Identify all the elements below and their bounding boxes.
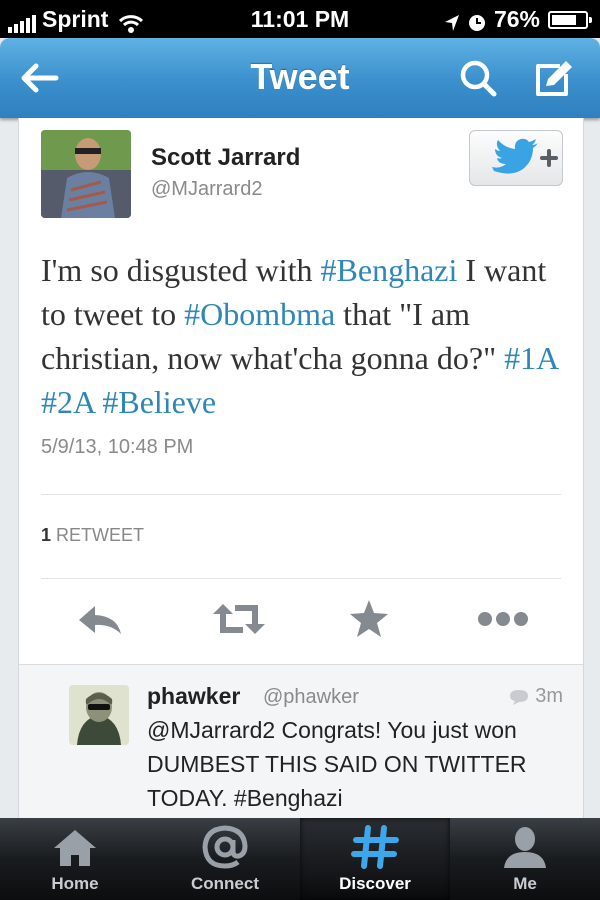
tab-connect[interactable]: Connect bbox=[150, 818, 300, 900]
favorite-button[interactable] bbox=[347, 596, 391, 642]
tab-discover-label: Discover bbox=[339, 874, 411, 893]
compose-icon bbox=[536, 61, 572, 96]
retweet-count[interactable]: 1 RETWEET bbox=[41, 525, 144, 546]
alarm-icon bbox=[468, 11, 486, 31]
home-icon bbox=[50, 824, 100, 870]
star-icon bbox=[350, 600, 388, 637]
retweet-number: 1 bbox=[41, 525, 52, 545]
retweet-icon bbox=[213, 604, 265, 634]
status-right: 76% bbox=[444, 6, 592, 33]
tweet-text: I'm so disgusted with #Benghazi I want t… bbox=[41, 248, 561, 424]
reply-time: 3m bbox=[509, 685, 563, 708]
tweet-card: Scott Jarrard @MJarrard2 I'm so disguste… bbox=[18, 118, 584, 664]
tweet-actions bbox=[19, 596, 583, 646]
author-name[interactable]: Scott Jarrard bbox=[151, 144, 300, 172]
tab-home-label: Home bbox=[51, 874, 99, 893]
hashtag-link[interactable]: #Believe bbox=[102, 384, 216, 420]
reply-text: @MJarrard2 Congrats! You just won DUMBES… bbox=[147, 717, 527, 811]
at-icon bbox=[200, 824, 250, 870]
search-icon bbox=[460, 60, 497, 97]
reply-author-name[interactable]: phawker bbox=[147, 683, 240, 710]
reply-tweet[interactable]: phawker @phawker 3m @MJarrard2 Congrats!… bbox=[18, 664, 584, 819]
person-icon bbox=[500, 824, 550, 870]
nav-bar: Tweet bbox=[0, 38, 600, 118]
reply-author-handle[interactable]: @phawker bbox=[263, 686, 359, 709]
tab-connect-label: Connect bbox=[191, 874, 259, 893]
reply-icon bbox=[79, 606, 121, 634]
tab-me[interactable]: Me bbox=[450, 818, 600, 900]
battery-percent: 76% bbox=[493, 6, 540, 32]
speech-bubble-icon bbox=[509, 688, 529, 706]
reply-button[interactable] bbox=[75, 596, 125, 642]
reply-avatar[interactable] bbox=[69, 685, 129, 745]
hashtag-link[interactable]: #1A bbox=[504, 340, 557, 376]
more-button[interactable] bbox=[473, 596, 533, 642]
follow-bird-icon bbox=[492, 138, 558, 174]
battery-fill bbox=[552, 14, 576, 25]
hashtag-link[interactable]: #Benghazi bbox=[321, 252, 458, 288]
status-bar: Sprint 11:01 PM 76% bbox=[0, 0, 600, 38]
tab-me-label: Me bbox=[513, 874, 537, 893]
search-button[interactable] bbox=[456, 56, 502, 100]
retweet-button[interactable] bbox=[211, 596, 267, 642]
battery-icon bbox=[548, 10, 592, 29]
tab-discover[interactable]: Discover bbox=[300, 818, 450, 900]
tab-bar: Home Connect Discover Me bbox=[0, 818, 600, 900]
author-handle[interactable]: @MJarrard2 bbox=[151, 178, 262, 201]
reply-time-label: 3m bbox=[535, 685, 563, 707]
hash-icon bbox=[350, 824, 400, 870]
tab-home[interactable]: Home bbox=[0, 818, 150, 900]
tweet-timestamp: 5/9/13, 10:48 PM bbox=[41, 436, 194, 458]
divider bbox=[41, 578, 561, 579]
hashtag-link[interactable]: #2A bbox=[41, 384, 94, 420]
divider bbox=[41, 494, 561, 495]
compose-button[interactable] bbox=[530, 56, 576, 100]
location-icon bbox=[444, 11, 460, 31]
hashtag-link[interactable]: #Obombma bbox=[184, 296, 335, 332]
page-title: Tweet bbox=[250, 56, 350, 97]
tweet-text-segment: I'm so disgusted with bbox=[41, 252, 321, 288]
avatar[interactable] bbox=[41, 130, 131, 218]
more-dots-icon bbox=[478, 612, 528, 626]
retweet-label: RETWEET bbox=[56, 525, 145, 545]
follow-button[interactable] bbox=[469, 130, 563, 186]
